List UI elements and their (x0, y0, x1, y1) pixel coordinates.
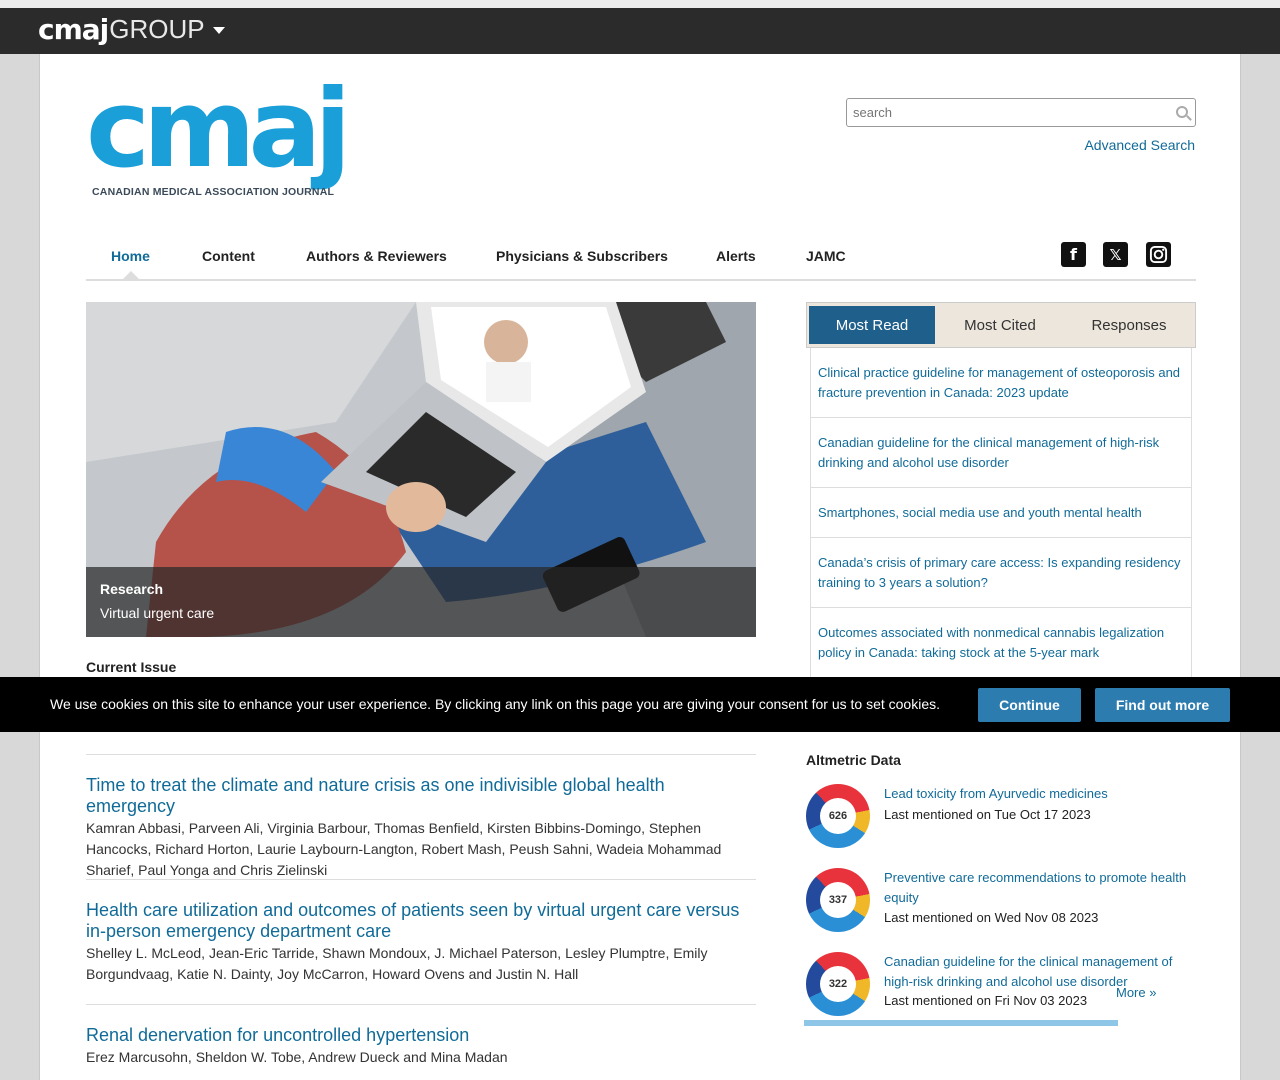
page-container: cmaj CANADIAN MEDICAL ASSOCIATION JOURNA… (39, 54, 1241, 1080)
most-read-link[interactable]: Clinical practice guideline for manageme… (818, 363, 1184, 403)
chevron-down-icon (212, 27, 225, 34)
article-authors: Shelley L. McLeod, Jean-Eric Tarride, Sh… (86, 945, 708, 982)
list-item: Clinical practice guideline for manageme… (810, 348, 1192, 418)
search-box (846, 98, 1196, 127)
find-out-more-button[interactable]: Find out more (1095, 688, 1230, 722)
altmetric-title-link[interactable]: Lead toxicity from Ayurvedic medicines (884, 784, 1200, 804)
list-item: Outcomes associated with nonmedical cann… (810, 608, 1192, 678)
cmaj-group-bar: cmaj GROUP (0, 8, 1280, 54)
altmetric-title-link[interactable]: Preventive care recommendations to promo… (884, 868, 1200, 908)
nav-alerts[interactable]: Alerts (716, 248, 756, 264)
most-read-list: Clinical practice guideline for manageme… (810, 348, 1192, 678)
article-title-link[interactable]: Renal denervation for uncontrolled hyper… (86, 1025, 756, 1046)
most-read-tabs: Most Read Most Cited Responses (806, 302, 1196, 348)
current-issue-articles: Time to treat the climate and nature cri… (86, 754, 756, 1080)
x-icon[interactable]: 𝕏 (1103, 242, 1128, 267)
continue-button[interactable]: Continue (978, 688, 1081, 722)
facebook-icon[interactable]: f (1061, 242, 1086, 267)
search-input[interactable] (847, 99, 1157, 126)
altmetric-score: 337 (820, 882, 856, 918)
tab-responses[interactable]: Responses (1065, 306, 1193, 344)
main-nav: Home Content Authors & Reviewers Physici… (86, 236, 1196, 281)
list-item: Smartphones, social media use and youth … (810, 488, 1192, 538)
cmaj-group-menu[interactable]: cmaj GROUP (38, 12, 225, 46)
cmaj-logo[interactable]: cmaj CANADIAN MEDICAL ASSOCIATION JOURNA… (86, 76, 366, 214)
tab-most-read[interactable]: Most Read (809, 306, 935, 344)
most-read-link[interactable]: Canadian guideline for the clinical mana… (818, 433, 1184, 473)
most-read-link[interactable]: Outcomes associated with nonmedical cann… (818, 623, 1184, 663)
most-read-link[interactable]: Canada’s crisis of primary care access: … (818, 553, 1184, 593)
list-item: Canada’s crisis of primary care access: … (810, 538, 1192, 608)
altmetric-score: 322 (820, 966, 856, 1002)
instagram-icon[interactable] (1146, 242, 1171, 267)
altmetric-score: 626 (820, 798, 856, 834)
nav-physicians-subscribers[interactable]: Physicians & Subscribers (496, 248, 668, 264)
altmetric-more-link[interactable]: More » (1116, 985, 1156, 1000)
hero-feature[interactable]: Research Virtual urgent care (86, 302, 756, 637)
current-issue-heading: Current Issue (86, 659, 177, 675)
tab-most-cited[interactable]: Most Cited (937, 306, 1063, 344)
cookie-message: We use cookies on this site to enhance y… (50, 696, 941, 712)
article-authors: Erez Marcusohn, Sheldon W. Tobe, Andrew … (86, 1049, 508, 1065)
blue-scroll-bar (804, 1020, 1118, 1026)
article-authors: Kamran Abbasi, Parveen Ali, Virginia Bar… (86, 820, 722, 878)
most-read-link[interactable]: Smartphones, social media use and youth … (818, 503, 1142, 523)
nav-authors-reviewers[interactable]: Authors & Reviewers (306, 248, 447, 264)
hero-title[interactable]: Virtual urgent care (100, 605, 742, 621)
cookie-banner: We use cookies on this site to enhance y… (0, 677, 1280, 732)
active-nav-pointer (122, 271, 140, 280)
article-item: Renal denervation for uncontrolled hyper… (86, 1004, 756, 1080)
article-title-link[interactable]: Time to treat the climate and nature cri… (86, 775, 756, 817)
advanced-search-link[interactable]: Advanced Search (1084, 137, 1195, 153)
article-title-link[interactable]: Health care utilization and outcomes of … (86, 900, 756, 942)
article-item: Health care utilization and outcomes of … (86, 879, 756, 1004)
altmetric-last-mentioned: Last mentioned on Wed Nov 08 2023 (884, 910, 1099, 925)
altmetric-last-mentioned: Last mentioned on Tue Oct 17 2023 (884, 807, 1091, 822)
altmetric-badge[interactable]: 626 (806, 784, 870, 848)
list-item: Canadian guideline for the clinical mana… (810, 418, 1192, 488)
hero-section-label: Research (100, 581, 164, 597)
logo-wordmark: cmaj (86, 67, 351, 192)
search-icon[interactable] (1176, 106, 1188, 118)
nav-home[interactable]: Home (111, 248, 150, 264)
altmetric-heading: Altmetric Data (806, 752, 901, 768)
group-brand-light: GROUP (109, 13, 205, 44)
browser-top-strip (0, 0, 1280, 8)
nav-jamc[interactable]: JAMC (806, 248, 846, 264)
altmetric-badge[interactable]: 337 (806, 868, 870, 932)
altmetric-last-mentioned: Last mentioned on Fri Nov 03 2023 (884, 993, 1088, 1008)
altmetric-item: 337 Preventive care recommendations to p… (806, 868, 1206, 938)
altmetric-item: 626 Lead toxicity from Ayurvedic medicin… (806, 784, 1206, 854)
nav-content[interactable]: Content (202, 248, 255, 264)
logo-subtitle: CANADIAN MEDICAL ASSOCIATION JOURNAL (92, 186, 335, 198)
group-brand-bold: cmaj (38, 12, 109, 46)
hero-caption: Research Virtual urgent care (86, 567, 756, 637)
article-item: Time to treat the climate and nature cri… (86, 754, 756, 879)
altmetric-badge[interactable]: 322 (806, 952, 870, 1016)
